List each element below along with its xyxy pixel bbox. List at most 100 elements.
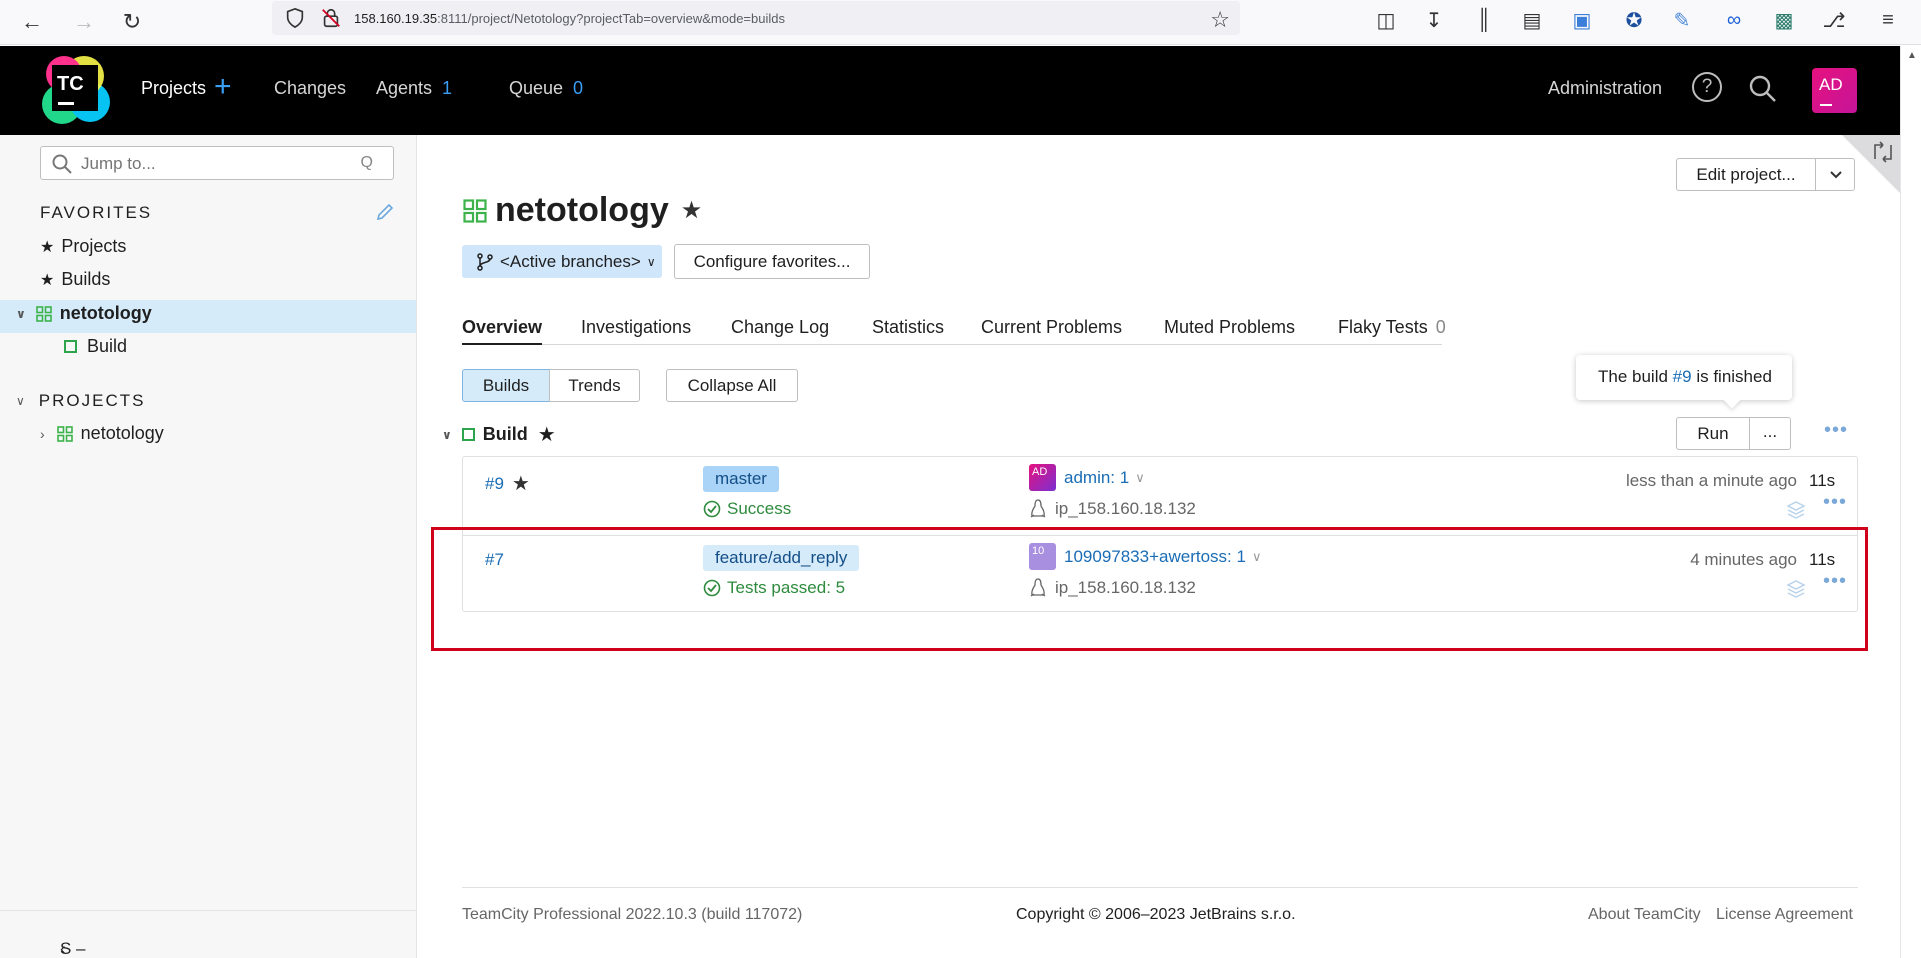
teamcity-logo[interactable]: TC <box>40 54 110 126</box>
branch-icon <box>477 252 493 271</box>
nav-queue[interactable]: Queue 0 <box>509 78 583 99</box>
search-icon <box>52 154 72 174</box>
triggered-by-user[interactable]: AD admin: 1 ∨ <box>1029 464 1145 491</box>
build-config-icon <box>64 340 77 353</box>
star-icon: ★ <box>40 238 55 256</box>
agents-count: 1 <box>442 78 453 98</box>
tree-item-build[interactable]: Build <box>64 336 127 357</box>
reload-icon[interactable]: ↻ <box>116 6 148 38</box>
bookmark-star-icon[interactable]: ☆ <box>1210 7 1230 33</box>
hide-sidebar-toggle[interactable]: ‹ S – hide sidebar <box>0 910 416 958</box>
queue-count: 0 <box>573 78 584 98</box>
tree-item-netotology[interactable]: ∨ netotology <box>16 303 152 324</box>
library-icon[interactable]: ║ <box>1470 6 1498 34</box>
build-time: less than a minute ago <box>1625 471 1797 490</box>
build-number-link[interactable]: #9 ★ <box>485 471 530 496</box>
toggle-builds[interactable]: Builds <box>462 369 550 402</box>
build-status[interactable]: Success <box>703 499 791 519</box>
page-scrollbar[interactable]: ▲ <box>1900 46 1921 958</box>
collapse-all-button[interactable]: Collapse All <box>666 369 798 402</box>
tab-statistics[interactable]: Statistics <box>872 317 944 338</box>
tab-muted-problems[interactable]: Muted Problems <box>1164 317 1295 338</box>
favorite-star-icon[interactable]: ★ <box>538 422 556 447</box>
copyright-text: Copyright © 2006–2023 JetBrains s.r.o. <box>1016 906 1296 923</box>
extension-infinity-icon[interactable]: ∞ <box>1720 6 1748 34</box>
url-bar[interactable]: 158.160.19.35:8111/project/Netotology?pr… <box>272 1 1240 35</box>
nav-changes[interactable]: Changes <box>274 78 346 99</box>
about-link[interactable]: About TeamCity <box>1588 906 1701 924</box>
extension-screen-icon[interactable]: ▩ <box>1770 6 1798 34</box>
project-grid-icon <box>56 425 73 442</box>
search-icon[interactable] <box>1746 72 1780 106</box>
chevron-down-icon[interactable]: ∨ <box>1135 470 1145 486</box>
chevron-right-icon[interactable]: › <box>40 426 45 442</box>
extension-image-icon[interactable]: ▣ <box>1568 6 1596 34</box>
toggle-trends[interactable]: Trends <box>549 369 640 402</box>
back-icon[interactable]: ← <box>16 6 48 38</box>
license-link[interactable]: License Agreement <box>1716 906 1853 924</box>
project-grid-icon <box>463 198 487 223</box>
help-icon[interactable]: ? <box>1692 72 1722 102</box>
chevron-down-icon[interactable]: ∨ <box>16 394 25 408</box>
more-options-icon[interactable]: ••• <box>1823 491 1847 514</box>
run-custom-button[interactable]: ... <box>1749 417 1791 450</box>
table-row[interactable]: #9 ★ master Success AD admin: 1 ∨ ip_158.1… <box>463 457 1857 533</box>
run-button[interactable]: Run <box>1676 417 1750 450</box>
favorite-builds[interactable]: ★ Builds <box>40 269 110 290</box>
menu-icon[interactable]: ≡ <box>1874 6 1902 34</box>
edit-pencil-icon[interactable] <box>374 201 396 223</box>
extensions-puzzle-icon[interactable]: ⎇ <box>1820 6 1848 34</box>
svg-text:TC: TC <box>57 73 84 95</box>
projects-item-netotology[interactable]: › netotology <box>40 423 164 444</box>
tab-change-log[interactable]: Change Log <box>731 317 829 338</box>
edit-project-dropdown[interactable] <box>1815 158 1855 191</box>
tab-current-problems[interactable]: Current Problems <box>981 317 1122 338</box>
forward-icon[interactable]: → <box>68 6 100 38</box>
reader-icon[interactable]: ▤ <box>1518 6 1546 34</box>
artifacts-stack-icon[interactable] <box>1785 499 1807 521</box>
tooltip-build-link[interactable]: #9 <box>1673 367 1692 386</box>
chevron-down-icon[interactable]: ∨ <box>16 307 26 321</box>
configure-favorites-button[interactable]: Configure favorites... <box>674 244 870 279</box>
administration-link[interactable]: Administration <box>1548 78 1662 99</box>
avatar: AD <box>1029 464 1056 491</box>
nav-projects[interactable]: Projects <box>141 78 206 99</box>
star-icon: ★ <box>40 271 55 289</box>
favorites-heading: FAVORITES <box>40 203 153 222</box>
pin-star-icon[interactable]: ★ <box>512 471 530 496</box>
url-text: 158.160.19.35:8111/project/Netotology?pr… <box>354 10 785 26</box>
tab-overview[interactable]: Overview <box>462 317 543 345</box>
extension-pen-icon[interactable]: ✎ <box>1668 6 1696 34</box>
browser-toolbar: ← → ↻ 158.160.19.35:8111/project/Netotol… <box>0 0 1921 45</box>
chevron-down-icon[interactable]: ∨ <box>442 428 452 442</box>
nav-agents[interactable]: Agents 1 <box>376 78 452 99</box>
build-config-heading[interactable]: ∨ Build ★ <box>442 422 556 447</box>
branch-selector[interactable]: <Active branches> ∨ <box>462 245 662 278</box>
highlight-annotation-box <box>431 527 1868 651</box>
extension-badge-icon[interactable]: ✪ <box>1620 6 1648 34</box>
sidebar: Q FAVORITES ★Projects ★Builds ∨ netotolo… <box>0 135 417 958</box>
tab-investigations[interactable]: Investigations <box>581 317 691 338</box>
branch-badge[interactable]: master <box>703 466 779 492</box>
download-icon[interactable]: ↧ <box>1420 6 1448 34</box>
user-avatar[interactable]: AD <box>1812 68 1857 113</box>
pocket-icon[interactable]: ◫ <box>1372 6 1400 34</box>
agent-link[interactable]: ip_158.160.18.132 <box>1029 499 1196 519</box>
page-footer: TeamCity Professional 2022.10.3 (build 1… <box>462 887 1858 937</box>
switch-ui-icon[interactable] <box>1870 139 1896 165</box>
page-title: netotology ★ <box>463 191 702 230</box>
flaky-tests-count: 0 <box>1435 317 1446 337</box>
build-duration: 11s <box>1809 471 1836 490</box>
add-project-icon[interactable]: + <box>214 70 232 104</box>
project-tabs: Overview Investigations Change Log Stati… <box>462 313 1446 345</box>
jump-to-search[interactable]: Q <box>40 146 394 180</box>
edit-project-button[interactable]: Edit project... <box>1676 158 1816 191</box>
tab-flaky-tests[interactable]: Flaky Tests 0 <box>1338 317 1446 338</box>
favorite-projects[interactable]: ★ Projects <box>40 236 126 257</box>
jump-to-input[interactable] <box>81 154 341 174</box>
project-grid-icon <box>35 305 52 322</box>
more-options-icon[interactable]: ••• <box>1824 419 1848 442</box>
projects-heading[interactable]: ∨ PROJECTS <box>16 391 145 411</box>
favorite-star-icon[interactable]: ★ <box>681 196 703 225</box>
chevron-down-icon <box>1830 171 1842 179</box>
